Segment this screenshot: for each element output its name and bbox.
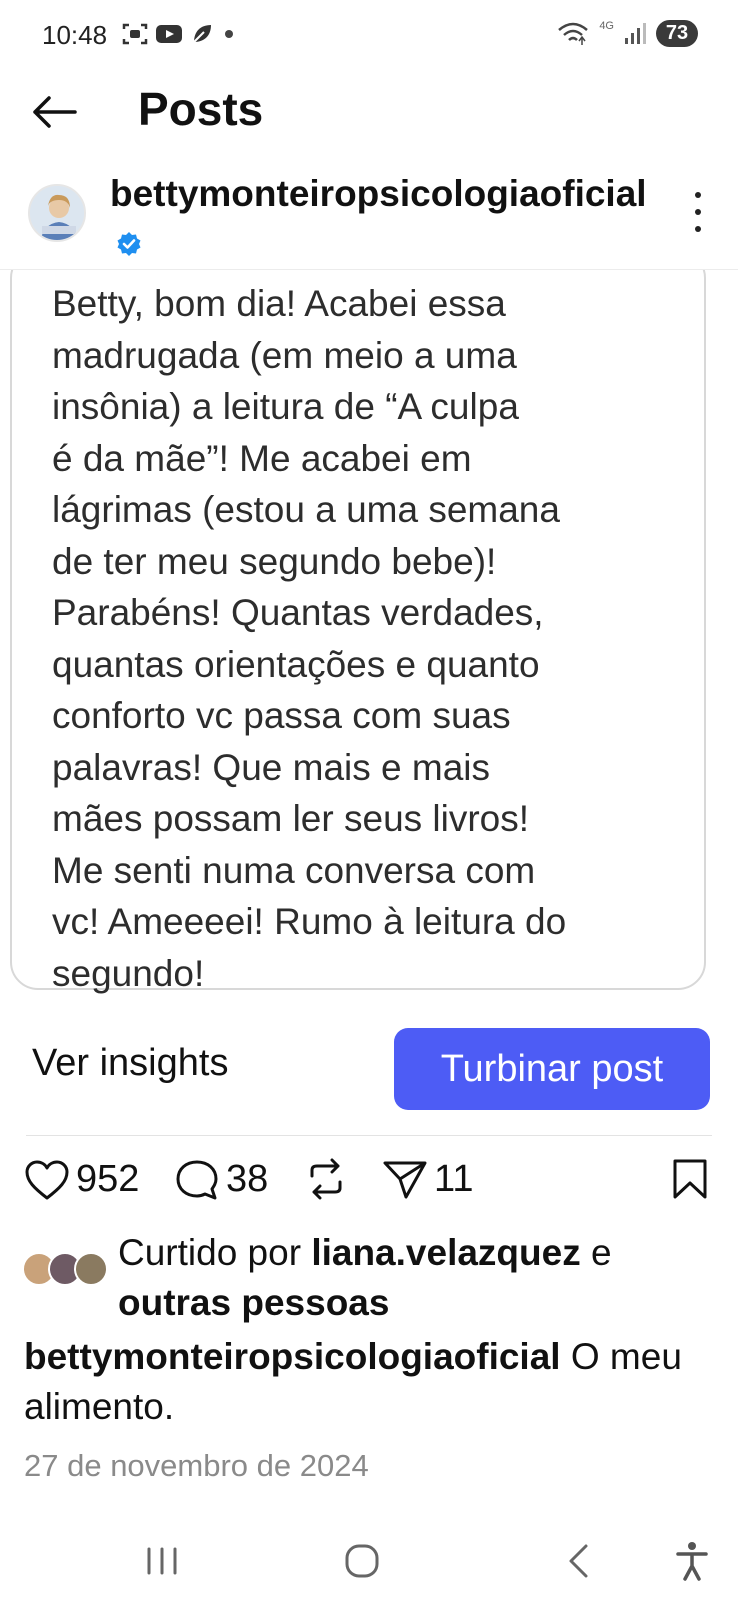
liker-username[interactable]: liana.velazquez [311, 1232, 580, 1273]
divider [26, 1135, 712, 1136]
recent-apps-icon [147, 1547, 177, 1575]
liked-by-text: Curtido por liana.velazquez e outras pes… [118, 1228, 718, 1328]
avatar [74, 1252, 108, 1286]
post-text-line: Betty, bom dia! Acabei essa [52, 283, 506, 324]
heart-icon [25, 1160, 69, 1199]
app-header: Posts [0, 72, 738, 152]
home-icon [345, 1544, 379, 1578]
notification-icons [122, 22, 236, 46]
post-text-line: madrugada (em meio a uma [52, 334, 517, 376]
post-date: 27 de novembro de 2024 [24, 1448, 369, 1483]
like-button[interactable]: 952 [24, 1158, 139, 1201]
verified-badge-icon [117, 232, 141, 257]
post-text-line: vc! Ameeeei! Rumo à leitura do [52, 901, 567, 942]
liked-by-prefix: Curtido por [118, 1232, 312, 1273]
post-text-line: lágrimas (estou a uma semana [52, 489, 560, 530]
dot-icon [225, 30, 233, 38]
arrow-left-icon [33, 96, 77, 128]
engagement-row: 952 38 11 [0, 1152, 738, 1216]
view-insights-link[interactable]: Ver insights [32, 1042, 228, 1085]
network-type: 4G [599, 19, 614, 32]
post-text-line: é da mãe”! Me acabei em [52, 437, 472, 479]
username[interactable]: bettymonteiropsicologiaoficial [110, 173, 647, 214]
post-text-line: Me senti numa conversa com [52, 849, 536, 891]
share-count: 11 [434, 1158, 474, 1200]
recent-apps-button[interactable] [132, 1536, 192, 1586]
send-icon [383, 1161, 427, 1198]
page-title: Posts [138, 83, 264, 135]
back-icon [569, 1544, 588, 1578]
battery-level: 73 [656, 20, 698, 47]
comment-count: 38 [226, 1158, 269, 1200]
avatar-image [30, 186, 84, 240]
post-text-line: de ter meu segundo bebe)! [52, 540, 497, 582]
post-text-line: conforto vc passa com suas [52, 695, 511, 736]
accessibility-button[interactable] [662, 1536, 722, 1586]
wifi-icon [558, 22, 589, 45]
nav-back-button[interactable] [548, 1536, 608, 1586]
status-time: 10:48 [42, 20, 108, 50]
comment-button[interactable]: 38 [174, 1158, 268, 1201]
leaf-icon [193, 25, 211, 43]
caption-username[interactable]: bettymonteiropsicologiaoficial [24, 1336, 561, 1377]
like-count: 952 [76, 1158, 140, 1200]
more-vertical-icon [695, 192, 701, 198]
post-text-line: Parabéns! Quantas verdades, [52, 592, 544, 633]
post-text-line: insônia) a leitura de “A culpa [52, 386, 519, 427]
post-text-line: mães possam ler seus livros! [52, 798, 530, 839]
save-button[interactable] [672, 1158, 708, 1205]
post-text-line: segundo! [52, 952, 205, 994]
post-caption: bettymonteiropsicologiaoficial O meu ali… [24, 1332, 724, 1432]
post-text-line: palavras! Que mais e mais [52, 746, 491, 788]
home-button[interactable] [332, 1536, 392, 1586]
youtube-icon [156, 25, 182, 43]
back-button[interactable] [30, 88, 78, 136]
post-image-text: Betty, bom dia! Acabei essa madrugada (e… [52, 278, 692, 999]
signal-icon [625, 22, 646, 44]
bookmark-icon [673, 1159, 707, 1199]
more-options-button[interactable] [688, 192, 708, 232]
repost-button[interactable] [304, 1158, 348, 1200]
insights-row: Ver insights Turbinar post [0, 1024, 738, 1110]
post-author-row: bettymonteiropsicologiaoficial [0, 160, 738, 270]
others-link[interactable]: outras pessoas [118, 1282, 389, 1323]
system-status: 4G 73 [557, 20, 698, 47]
boost-post-button[interactable]: Turbinar post [394, 1028, 710, 1110]
liked-by-connector: e [580, 1232, 612, 1273]
system-nav-bar [0, 1520, 738, 1600]
liker-avatars [22, 1252, 112, 1288]
accessibility-icon [676, 1542, 708, 1581]
post-image[interactable]: Betty, bom dia! Acabei essa madrugada (e… [0, 270, 738, 1000]
share-button[interactable]: 11 [382, 1158, 473, 1201]
post-author[interactable]: bettymonteiropsicologiaoficial [110, 170, 650, 266]
comment-icon [176, 1160, 218, 1199]
repost-icon [310, 1158, 342, 1200]
status-bar: 10:48 4G 73 [0, 0, 738, 72]
post-text-line: quantas orientações e quanto [52, 643, 540, 685]
avatar[interactable] [28, 184, 86, 242]
screenshot-icon [122, 23, 148, 45]
